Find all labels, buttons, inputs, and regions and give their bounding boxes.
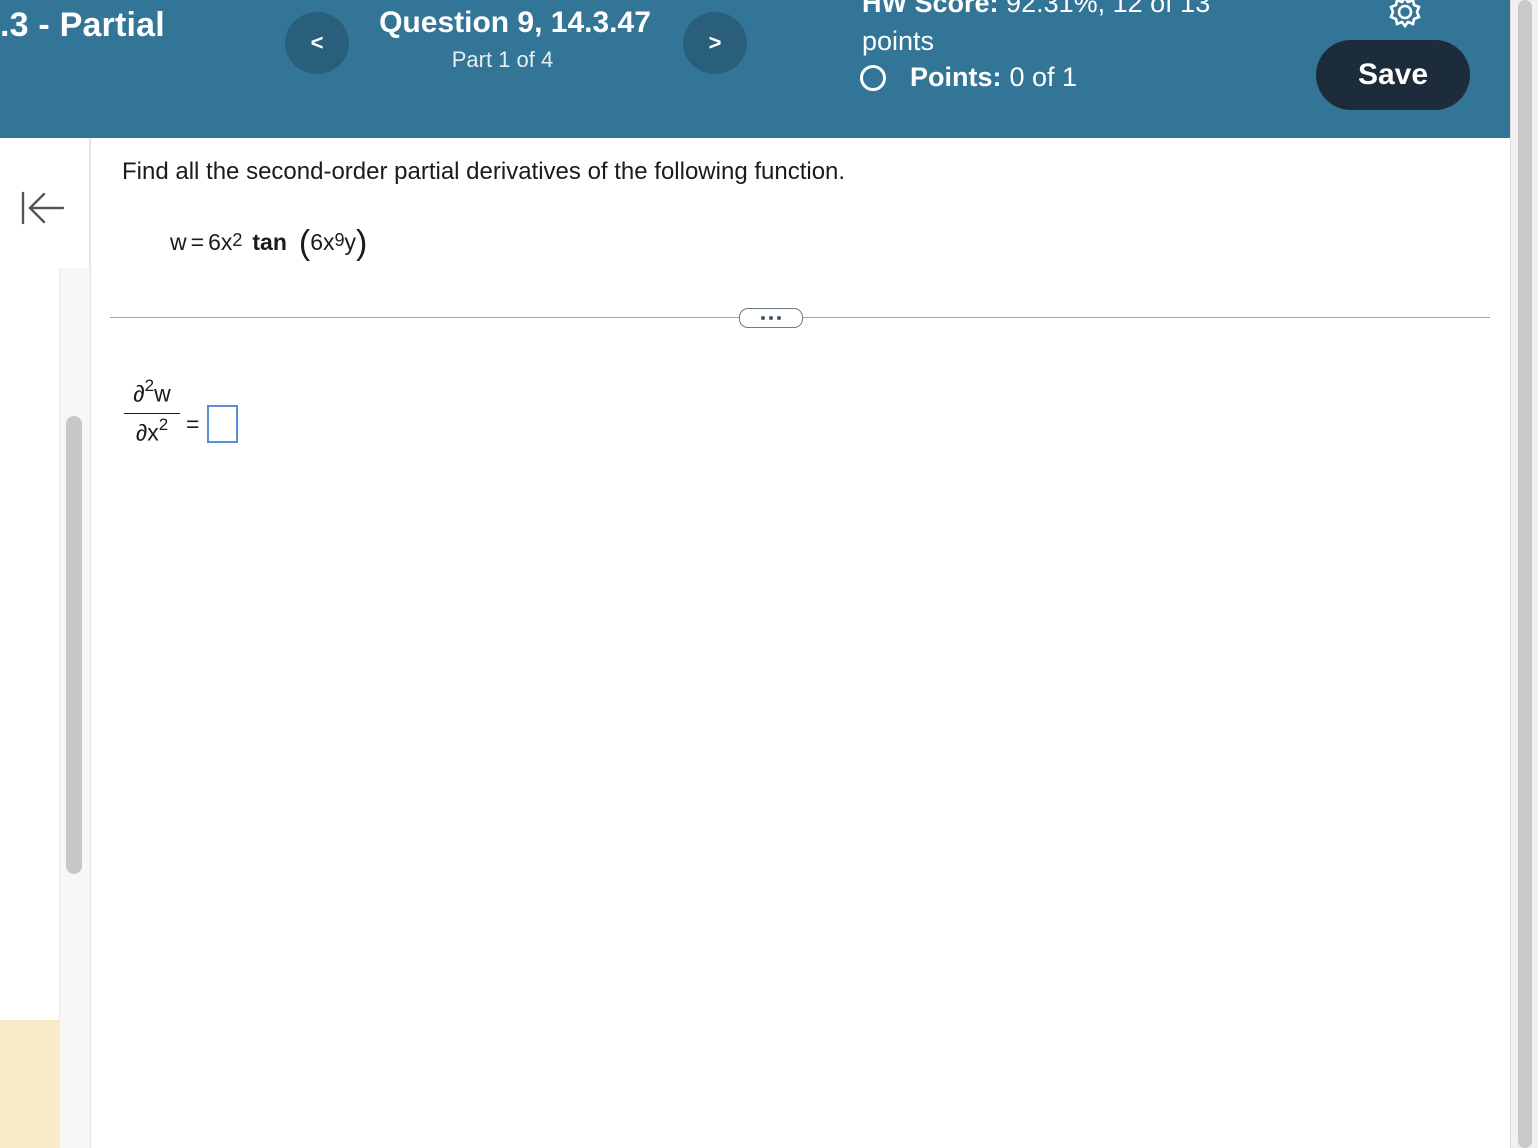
- collapse-left-icon[interactable]: [18, 188, 66, 228]
- dot: [777, 316, 781, 320]
- part-indicator: Part 1 of 4: [451, 47, 554, 72]
- sidebar-highlight: [0, 1020, 59, 1148]
- fraction-numerator: ∂2w: [124, 376, 180, 408]
- function-arg-coef: 6x: [310, 229, 335, 255]
- function-arg-var: y: [344, 229, 357, 255]
- denominator-variable: ∂x: [135, 419, 159, 446]
- dot: [761, 316, 765, 320]
- open-paren: (: [298, 224, 311, 262]
- numerator-exponent: 2: [144, 376, 155, 395]
- function-equals: =: [190, 229, 205, 255]
- function-name: tan: [252, 229, 287, 255]
- page-scrollbar-thumb[interactable]: [1518, 0, 1532, 1148]
- hw-score-unit: points: [862, 26, 935, 56]
- previous-question-button[interactable]: <: [285, 12, 349, 74]
- dot: [769, 316, 773, 320]
- function-expression: w = 6x 2 tan ( 6x 9 y ): [170, 222, 367, 260]
- denominator-exponent: 2: [158, 414, 169, 434]
- answer-input[interactable]: [207, 405, 238, 443]
- close-paren: ): [356, 224, 368, 262]
- function-lhs: w: [170, 229, 187, 255]
- save-button[interactable]: Save: [1316, 40, 1470, 110]
- function-arg-exponent: 9: [334, 230, 345, 250]
- next-question-button[interactable]: >: [683, 12, 747, 74]
- chevron-right-icon: >: [708, 30, 722, 55]
- top-header: .3 - Partial < Question 9, 14.3.47 Part …: [0, 0, 1510, 138]
- question-title: Question 9, 14.3.47: [379, 6, 651, 39]
- hw-score-value: 92.31%, 12 of 13: [1006, 0, 1211, 18]
- points-value: 0 of 1: [1009, 62, 1078, 92]
- points-label: Points:: [910, 62, 1002, 92]
- gear-icon[interactable]: [1387, 0, 1423, 30]
- status-circle-icon: [860, 64, 886, 91]
- hw-score: HW Score: 92.31%, 12 of 13: [862, 0, 1210, 20]
- function-coef-exponent: 2: [232, 230, 243, 250]
- function-coef: 6x: [208, 229, 233, 255]
- fraction-denominator: ∂x2: [124, 414, 180, 447]
- more-options-button[interactable]: [739, 308, 803, 328]
- sidebar-scrollbar-thumb[interactable]: [66, 416, 82, 874]
- fraction-bar: [124, 412, 180, 414]
- section-title: .3 - Partial: [0, 6, 165, 44]
- chevron-left-icon: <: [310, 30, 324, 55]
- hw-score-label: HW Score:: [862, 0, 999, 18]
- points-status: Points: 0 of 1: [860, 62, 1077, 93]
- answer-equals: =: [186, 411, 200, 437]
- numerator-variable: w: [154, 380, 171, 407]
- derivative-fraction: ∂2w ∂x2: [124, 376, 180, 447]
- question-instruction: Find all the second-order partial deriva…: [122, 158, 846, 185]
- partial-symbol: ∂: [133, 380, 145, 407]
